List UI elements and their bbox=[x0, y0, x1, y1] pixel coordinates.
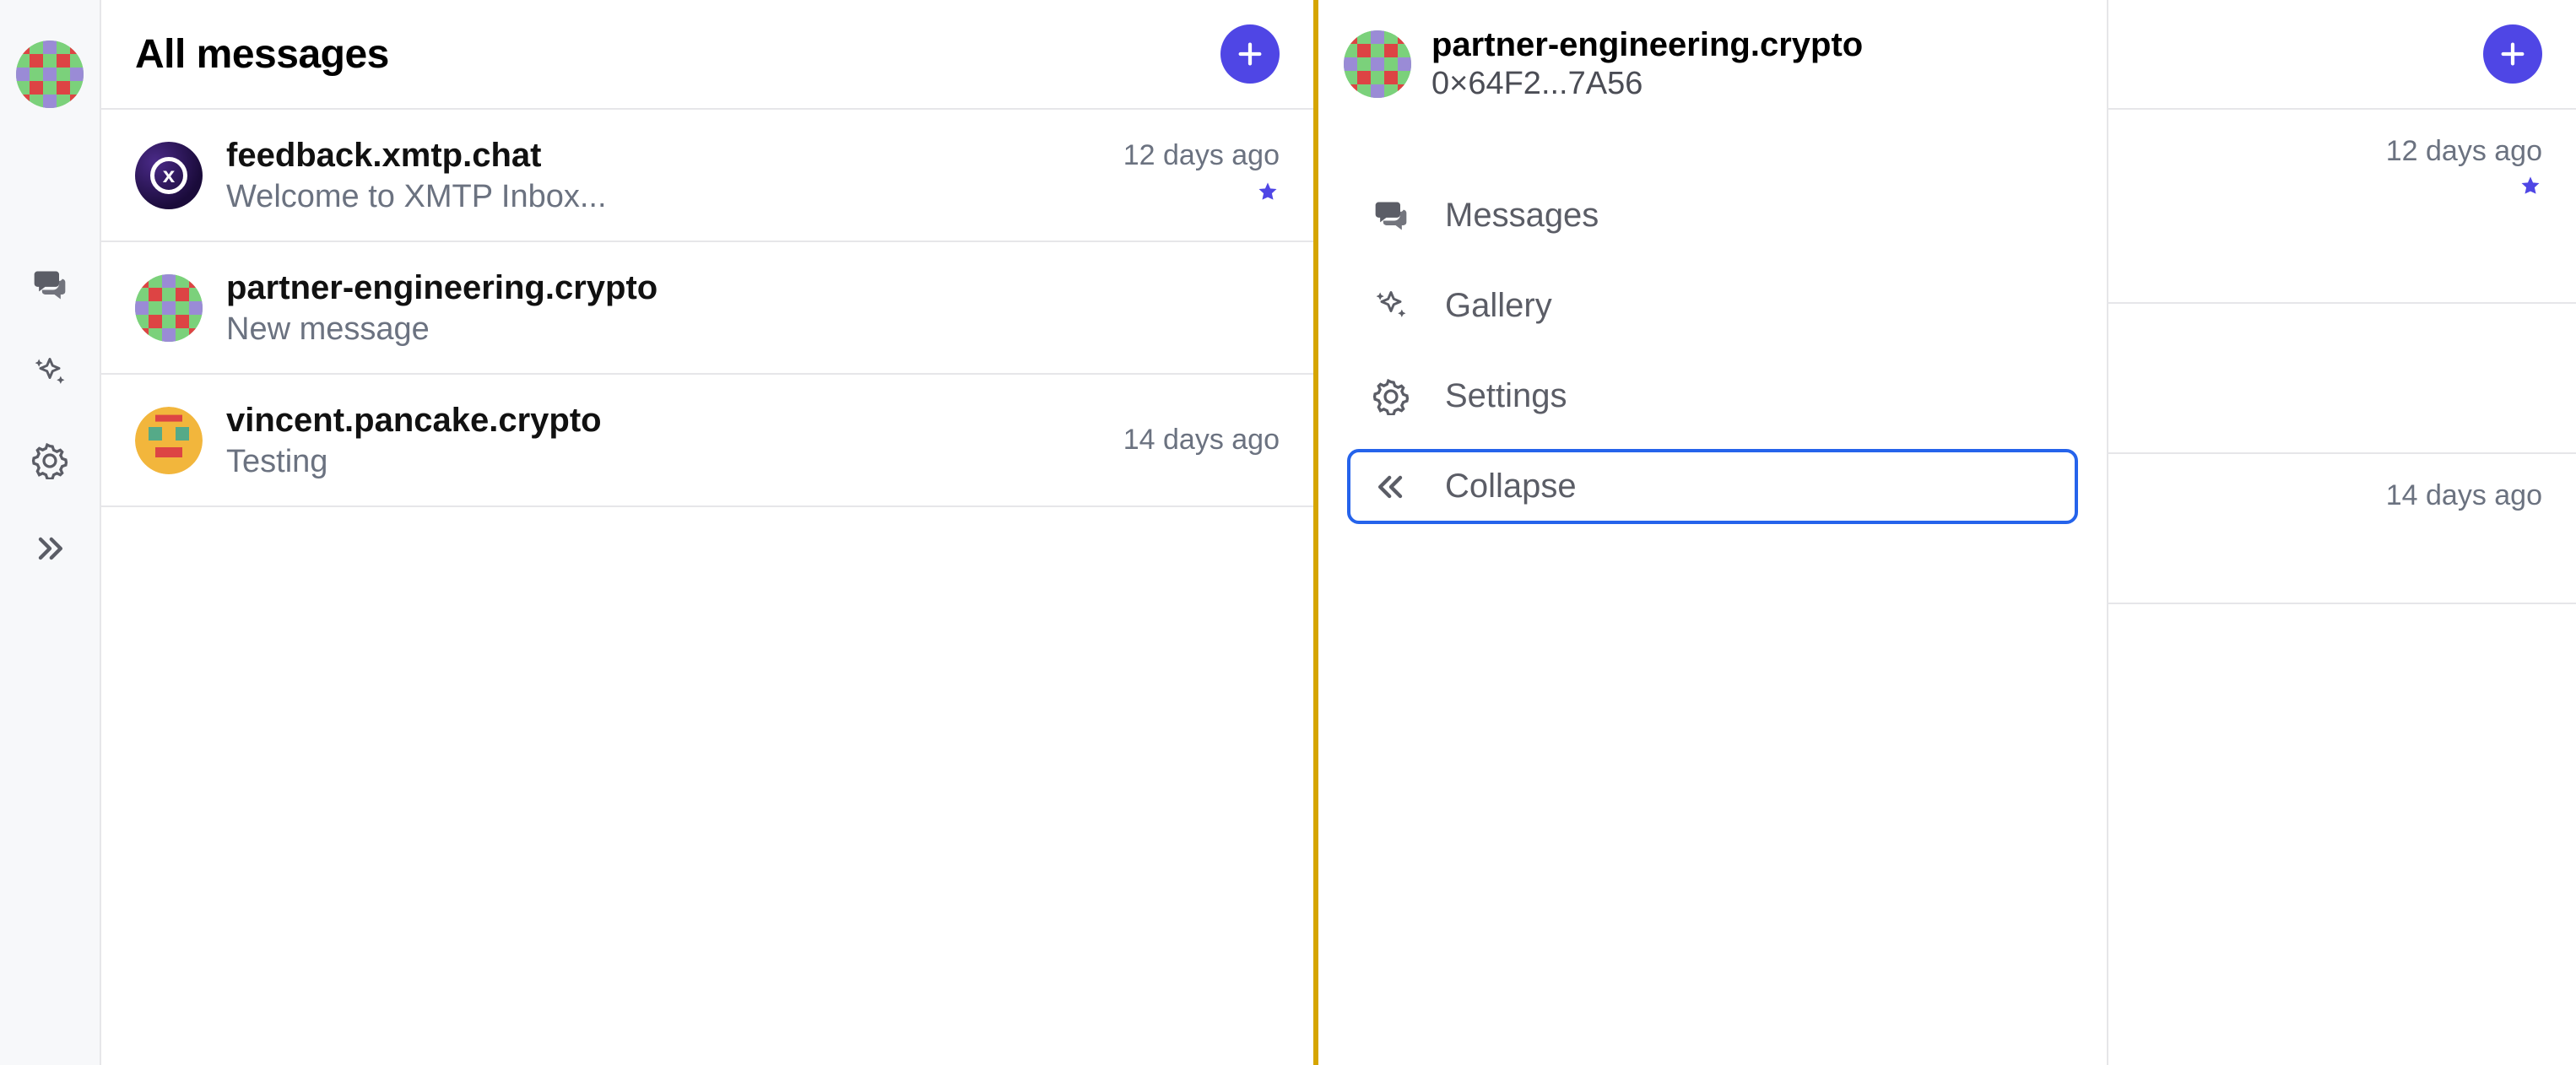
gallery-icon bbox=[1372, 288, 1410, 325]
conversation-row[interactable]: 12 days ago bbox=[2108, 110, 2576, 304]
nav-label: Collapse bbox=[1445, 468, 1577, 505]
collapse-icon bbox=[1372, 468, 1410, 505]
conversation-time: 14 days ago bbox=[2386, 479, 2542, 512]
conversation-preview: Testing bbox=[226, 444, 1100, 480]
conversation-time: 12 days ago bbox=[1123, 139, 1280, 172]
nav-collapse[interactable]: Collapse bbox=[1347, 449, 2078, 524]
expand-icon[interactable] bbox=[30, 528, 70, 569]
nav-label: Gallery bbox=[1445, 287, 1552, 325]
conversation-preview: Welcome to XMTP Inbox... bbox=[226, 179, 1100, 215]
conversation-avatar: x bbox=[135, 142, 203, 209]
conversation-avatar bbox=[135, 274, 203, 342]
conversation-name: feedback.xmtp.chat bbox=[226, 135, 1100, 176]
messages-icon[interactable] bbox=[30, 265, 70, 305]
user-avatar bbox=[1344, 30, 1411, 98]
conversation-row[interactable] bbox=[2108, 304, 2576, 454]
list-header: All messages bbox=[101, 0, 1313, 110]
gallery-icon[interactable] bbox=[30, 353, 70, 393]
nav-messages[interactable]: Messages bbox=[1347, 178, 2078, 253]
plus-icon bbox=[1236, 40, 1264, 68]
settings-icon[interactable] bbox=[30, 441, 70, 481]
identity-block[interactable]: partner-engineering.crypto 0×64F2...7A56 bbox=[1344, 25, 2081, 102]
list-header bbox=[2108, 0, 2576, 110]
conversation-preview: New message bbox=[226, 311, 1256, 348]
conversation-time: 14 days ago bbox=[1123, 424, 1280, 457]
new-message-button[interactable] bbox=[2483, 24, 2542, 84]
nav-label: Settings bbox=[1445, 377, 1567, 415]
conversation-name: vincent.pancake.crypto bbox=[226, 400, 1100, 441]
sidebar-rail-collapsed bbox=[0, 0, 101, 1065]
nav-settings[interactable]: Settings bbox=[1347, 359, 2078, 434]
plus-icon bbox=[2498, 40, 2527, 68]
new-message-button[interactable] bbox=[1220, 24, 1280, 84]
conversation-row[interactable]: vincent.pancake.crypto Testing 14 days a… bbox=[101, 375, 1313, 507]
identity-address: 0×64F2...7A56 bbox=[1431, 66, 1863, 102]
conversation-time: 12 days ago bbox=[2386, 135, 2542, 168]
conversation-row[interactable]: x feedback.xmtp.chat Welcome to XMTP Inb… bbox=[101, 110, 1313, 242]
conversation-avatar bbox=[135, 407, 203, 474]
nav-label: Messages bbox=[1445, 197, 1599, 235]
page-title: All messages bbox=[135, 31, 389, 78]
settings-icon bbox=[1372, 378, 1410, 415]
conversation-row[interactable]: partner-engineering.crypto New message bbox=[101, 242, 1313, 375]
star-icon bbox=[2519, 175, 2542, 205]
messages-icon bbox=[1372, 197, 1410, 235]
identity-name: partner-engineering.crypto bbox=[1431, 25, 1863, 64]
sidebar-expanded: partner-engineering.crypto 0×64F2...7A56… bbox=[1318, 0, 2108, 1065]
user-avatar[interactable] bbox=[16, 41, 84, 108]
conversation-name: partner-engineering.crypto bbox=[226, 268, 1256, 308]
star-icon bbox=[1256, 181, 1280, 211]
conversation-row[interactable]: 14 days ago bbox=[2108, 454, 2576, 604]
nav-gallery[interactable]: Gallery bbox=[1347, 268, 2078, 343]
